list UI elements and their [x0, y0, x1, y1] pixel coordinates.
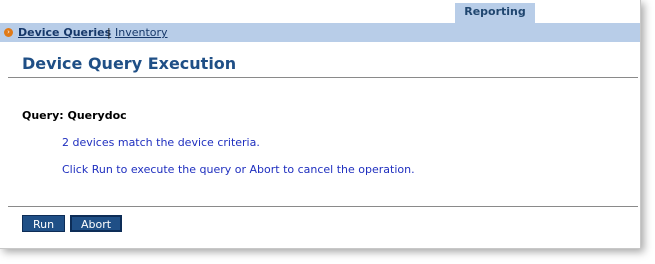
tab-reporting[interactable]: Reporting [455, 3, 535, 23]
app-window: Reporting › Device Queries | Inventory D… [0, 0, 641, 249]
nav-link-device-queries[interactable]: Device Queries [18, 23, 111, 42]
device-count-message: 2 devices match the device criteria. [62, 136, 260, 149]
instruction-message: Click Run to execute the query or Abort … [62, 163, 415, 176]
page-title: Device Query Execution [22, 54, 237, 73]
sub-navigation: › Device Queries | Inventory [0, 23, 640, 42]
footer-divider [8, 206, 638, 207]
title-divider [8, 77, 638, 78]
run-button[interactable]: Run [22, 215, 65, 232]
abort-button[interactable]: Abort [70, 215, 122, 232]
query-name: Query: Querydoc [22, 109, 127, 122]
chevron-right-icon: › [4, 28, 13, 37]
top-tab-bar: Reporting [0, 0, 640, 23]
nav-link-inventory[interactable]: Inventory [115, 23, 168, 42]
nav-separator: | [107, 26, 111, 39]
